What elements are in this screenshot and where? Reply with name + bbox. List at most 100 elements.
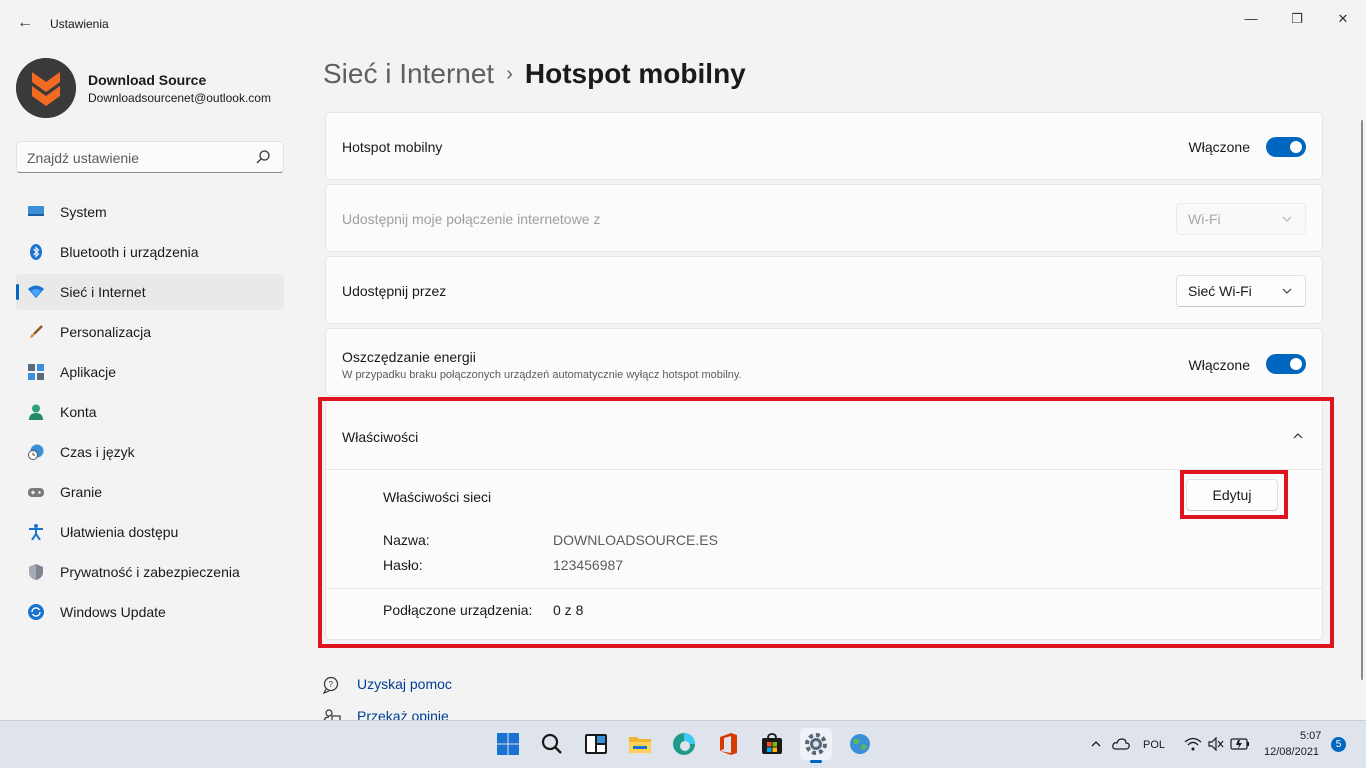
power-saving-description: W przypadku braku połączonych urządzeń a… bbox=[342, 369, 742, 381]
close-button[interactable]: ✕ bbox=[1320, 4, 1366, 34]
sidebar-item-personalization[interactable]: Personalizacja bbox=[16, 314, 284, 350]
sidebar-item-label: Granie bbox=[60, 484, 103, 500]
chevron-up-icon[interactable] bbox=[1090, 738, 1102, 750]
search-input[interactable] bbox=[27, 148, 247, 168]
edge-browser-button[interactable] bbox=[668, 728, 700, 760]
person-icon bbox=[29, 404, 43, 420]
search-icon[interactable] bbox=[255, 149, 271, 165]
share-over-card: Udostępnij przez Sieć Wi-Fi bbox=[325, 256, 1323, 324]
network-name-value: DOWNLOADSOURCE.ES bbox=[553, 532, 718, 548]
profile-name: Download Source bbox=[88, 72, 207, 88]
svg-text:?: ? bbox=[329, 680, 334, 689]
battery-icon[interactable] bbox=[1230, 737, 1250, 751]
store-button[interactable] bbox=[756, 728, 788, 760]
store-icon bbox=[762, 733, 782, 754]
office-button[interactable] bbox=[712, 728, 744, 760]
page-title: Hotspot mobilny bbox=[524, 58, 746, 89]
gamepad-icon bbox=[28, 488, 44, 497]
user-profile[interactable]: Download Source Downloadsourcenet@outloo… bbox=[16, 58, 286, 118]
chevron-right-icon: › bbox=[506, 63, 513, 85]
sidebar-item-windows-update[interactable]: Windows Update bbox=[16, 594, 284, 630]
clock-time[interactable]: 5:07 bbox=[1300, 730, 1321, 742]
notification-badge[interactable]: 5 bbox=[1331, 737, 1346, 752]
share-over-label: Udostępnij przez bbox=[342, 283, 447, 299]
connected-devices-label: Podłączone urządzenia: bbox=[383, 602, 533, 618]
chevron-down-icon bbox=[1282, 288, 1292, 294]
wifi-status-icon[interactable] bbox=[1184, 737, 1202, 751]
sidebar-item-accessibility[interactable]: Ułatwienia dostępu bbox=[16, 514, 284, 550]
chevron-down-icon bbox=[1282, 216, 1292, 222]
settings-search-box[interactable] bbox=[16, 141, 284, 173]
bluetooth-icon bbox=[30, 244, 42, 260]
sidebar-item-gaming[interactable]: Granie bbox=[16, 474, 284, 510]
brush-icon bbox=[30, 325, 43, 338]
minimize-button[interactable]: — bbox=[1228, 4, 1274, 34]
office-icon bbox=[720, 733, 737, 755]
windows-logo-icon bbox=[497, 733, 519, 755]
share-over-dropdown[interactable]: Sieć Wi-Fi bbox=[1176, 275, 1306, 307]
scrollbar[interactable] bbox=[1361, 120, 1363, 680]
properties-header[interactable]: Właściwości bbox=[326, 400, 1322, 470]
shield-icon bbox=[29, 564, 43, 580]
sidebar-nav: System Bluetooth i urządzenia Sieć i Int… bbox=[16, 194, 284, 634]
gear-icon bbox=[805, 733, 827, 755]
search-icon bbox=[541, 733, 562, 754]
edit-button[interactable]: Edytuj bbox=[1186, 479, 1278, 511]
back-arrow-icon[interactable]: ← bbox=[14, 12, 36, 34]
language-indicator[interactable]: POL bbox=[1143, 739, 1165, 751]
sidebar-item-system[interactable]: System bbox=[16, 194, 284, 230]
password-label: Hasło: bbox=[383, 557, 423, 573]
app-button[interactable] bbox=[844, 728, 876, 760]
sidebar-item-time-language[interactable]: Czas i język bbox=[16, 434, 284, 470]
sidebar-item-label: Bluetooth i urządzenia bbox=[60, 244, 199, 260]
power-saving-state: Włączone bbox=[1188, 357, 1250, 373]
sidebar-item-label: Konta bbox=[60, 404, 97, 420]
power-saving-label: Oszczędzanie energii bbox=[342, 349, 476, 365]
title-bar: ← Ustawienia — ❐ ✕ bbox=[0, 0, 1366, 48]
share-from-dropdown[interactable]: Wi-Fi bbox=[1176, 203, 1306, 235]
sidebar-item-accounts[interactable]: Konta bbox=[16, 394, 284, 430]
sidebar-item-apps[interactable]: Aplikacje bbox=[16, 354, 284, 390]
share-over-value: Sieć Wi-Fi bbox=[1188, 283, 1252, 299]
update-icon bbox=[28, 604, 44, 620]
hotspot-toggle[interactable] bbox=[1266, 137, 1306, 157]
clock-date[interactable]: 12/08/2021 bbox=[1264, 746, 1319, 758]
globe-app-icon bbox=[850, 734, 870, 754]
hotspot-state: Włączone bbox=[1188, 139, 1250, 155]
accessibility-icon bbox=[29, 524, 43, 540]
chevron-up-icon[interactable] bbox=[1292, 430, 1304, 442]
wifi-icon bbox=[28, 285, 44, 298]
network-properties-label: Właściwości sieci bbox=[383, 489, 492, 505]
power-saving-card: Oszczędzanie energii W przypadku braku p… bbox=[325, 328, 1323, 396]
connected-devices-value: 0 z 8 bbox=[553, 602, 584, 618]
breadcrumb-parent[interactable]: Sieć i Internet bbox=[323, 58, 494, 89]
sidebar-item-label: Aplikacje bbox=[60, 364, 117, 380]
sidebar-item-label: Prywatność i zabezpieczenia bbox=[60, 564, 240, 580]
breadcrumb: Sieć i Internet › Hotspot mobilny bbox=[323, 58, 746, 98]
clock-globe-icon bbox=[28, 444, 44, 460]
maximize-button[interactable]: ❐ bbox=[1274, 4, 1320, 34]
sidebar-item-privacy[interactable]: Prywatność i zabezpieczenia bbox=[16, 554, 284, 590]
power-saving-toggle[interactable] bbox=[1266, 354, 1306, 374]
share-from-value: Wi-Fi bbox=[1188, 211, 1221, 227]
sidebar-item-bluetooth[interactable]: Bluetooth i urządzenia bbox=[16, 234, 284, 270]
hotspot-label: Hotspot mobilny bbox=[342, 139, 443, 155]
task-view-button[interactable] bbox=[580, 728, 612, 760]
settings-app-button[interactable] bbox=[800, 728, 832, 763]
task-view-icon bbox=[585, 734, 607, 754]
start-button[interactable] bbox=[492, 728, 524, 760]
get-help-label[interactable]: Uzyskaj pomoc bbox=[357, 676, 452, 692]
onedrive-cloud-icon[interactable] bbox=[1112, 736, 1130, 752]
hotspot-card: Hotspot mobilny Włączone bbox=[325, 112, 1323, 180]
sidebar-item-label: System bbox=[60, 204, 107, 220]
apps-icon bbox=[28, 364, 44, 380]
password-value: 123456987 bbox=[553, 557, 624, 573]
taskbar-search-button[interactable] bbox=[536, 728, 568, 760]
volume-muted-icon[interactable] bbox=[1208, 737, 1224, 751]
monitor-icon bbox=[28, 206, 44, 216]
sidebar-item-label: Ułatwienia dostępu bbox=[60, 524, 179, 540]
avatar bbox=[16, 58, 76, 118]
sidebar-item-label: Windows Update bbox=[60, 604, 166, 620]
file-explorer-button[interactable] bbox=[624, 728, 656, 760]
sidebar-item-network[interactable]: Sieć i Internet bbox=[16, 274, 284, 310]
